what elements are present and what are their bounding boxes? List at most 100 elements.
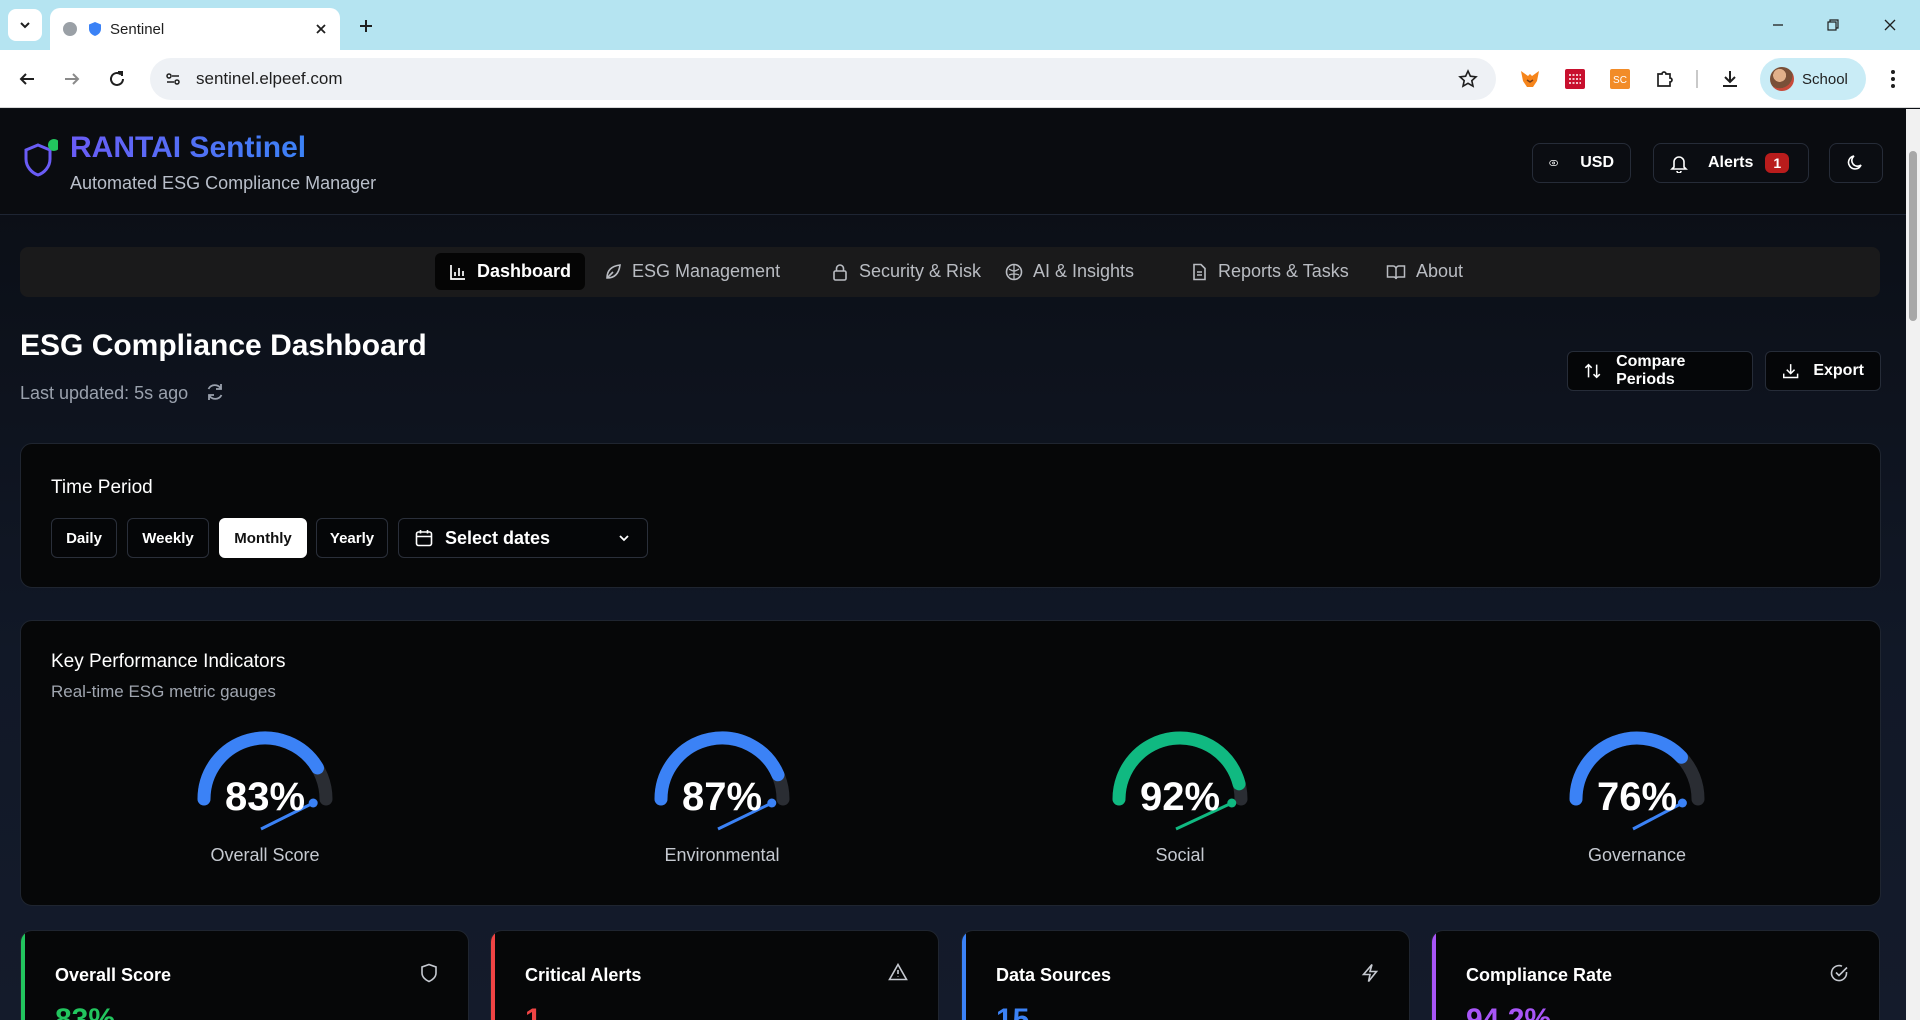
currency-label: USD — [1580, 154, 1614, 171]
arrow-up-down-icon — [1584, 363, 1601, 379]
scrollbar-thumb[interactable] — [1909, 151, 1917, 321]
gauge-value: 76% — [1596, 775, 1678, 819]
restore-icon — [1827, 19, 1839, 31]
nav-label: Dashboard — [477, 261, 572, 281]
leaf-icon — [606, 263, 621, 279]
gauge-overall-score: 83% Overall Score — [165, 729, 365, 889]
nav-label: Security & Risk — [859, 261, 982, 281]
arrow-left-icon — [19, 73, 34, 85]
gauge-label: Environmental — [664, 845, 780, 865]
alert-triangle-icon — [888, 963, 908, 981]
minimize-button[interactable] — [1758, 10, 1798, 40]
theme-toggle-button[interactable] — [1829, 143, 1883, 183]
stat-title: Overall Score — [55, 965, 172, 985]
nav-tab-reports-tasks[interactable]: Reports & Tasks — [1176, 253, 1363, 290]
gauge-label: Governance — [1587, 845, 1687, 865]
nav-label: ESG Management — [632, 261, 781, 281]
gauge-environmental: 87% Environmental — [622, 729, 822, 889]
reload-icon — [110, 71, 124, 86]
profile-button[interactable]: School — [1760, 58, 1866, 100]
forward-button[interactable] — [57, 64, 87, 94]
address-bar[interactable]: sentinel.elpeef.com — [150, 58, 1496, 100]
nav-tab-ai-insights[interactable]: AI & Insights — [991, 253, 1148, 290]
shield-logo-icon — [24, 139, 58, 177]
zap-icon — [1361, 963, 1379, 982]
brand-subtitle: Automated ESG Compliance Manager — [70, 173, 377, 193]
gauge-governance: 76% Governance — [1537, 729, 1737, 889]
new-tab-button[interactable] — [352, 12, 380, 40]
book-open-icon — [1386, 264, 1406, 279]
gauge-social: 92% Social — [1080, 729, 1280, 889]
site-settings-icon[interactable] — [164, 70, 182, 88]
bell-icon — [1670, 156, 1688, 173]
stat-title: Critical Alerts — [525, 965, 642, 985]
puzzle-extensions-icon[interactable] — [1652, 66, 1678, 92]
page-scrollbar[interactable] — [1906, 109, 1920, 1020]
stat-card-critical-alerts: Critical Alerts 1 — [490, 930, 939, 1020]
calendar-icon — [415, 530, 433, 547]
arrow-right-icon — [65, 73, 80, 85]
period-daily-button[interactable]: Daily — [51, 518, 117, 558]
nav-tab-dashboard[interactable]: Dashboard — [435, 253, 586, 290]
nav-label: About — [1416, 261, 1464, 281]
check-circle-icon — [1830, 964, 1848, 982]
alerts-button[interactable]: Alerts 1 — [1653, 143, 1809, 183]
red-extension-icon[interactable] — [1562, 66, 1588, 92]
compare-periods-label: Compare Periods — [1616, 353, 1686, 388]
currency-toggle-button[interactable]: USD — [1532, 143, 1631, 183]
sc-extension-icon[interactable]: SC — [1607, 66, 1633, 92]
date-range-picker[interactable]: Select dates — [398, 518, 648, 558]
close-icon[interactable] — [314, 22, 328, 36]
stat-value: 1 — [525, 1003, 542, 1020]
gauge-value: 87% — [681, 775, 763, 819]
reload-button[interactable] — [102, 64, 132, 94]
browser-toolbar: sentinel.elpeef.com SC School — [0, 50, 1920, 108]
compare-periods-button[interactable]: Compare Periods — [1567, 351, 1753, 391]
gauge-value: 92% — [1139, 775, 1221, 819]
stat-card-compliance-rate: Compliance Rate 94.2% — [1431, 930, 1880, 1020]
url-text: sentinel.elpeef.com — [196, 69, 343, 88]
metamask-extension-icon[interactable] — [1517, 66, 1543, 92]
time-period-title: Time Period — [51, 477, 153, 498]
avatar — [1770, 67, 1794, 91]
close-window-button[interactable] — [1870, 10, 1910, 40]
stat-title: Data Sources — [996, 965, 1112, 985]
star-icon[interactable] — [1458, 69, 1478, 89]
kpi-subtitle: Real-time ESG metric gauges — [51, 682, 276, 701]
alerts-label: Alerts — [1708, 154, 1754, 171]
shield-icon — [421, 963, 437, 983]
brand-title: RANTAI Sentinel — [70, 131, 307, 164]
browser-tab-strip: Sentinel — [0, 0, 1920, 50]
toolbar-divider — [1696, 70, 1698, 88]
nav-label: AI & Insights — [1033, 261, 1135, 281]
close-icon — [1884, 19, 1896, 31]
tab-title: Sentinel — [110, 20, 165, 38]
refresh-icon[interactable] — [204, 381, 226, 403]
download-icon — [1782, 364, 1799, 379]
kebab-menu-icon[interactable] — [1880, 66, 1906, 92]
period-weekly-button[interactable]: Weekly — [127, 518, 209, 558]
stat-card-data-sources: Data Sources 15 — [961, 930, 1410, 1020]
brain-icon — [1005, 263, 1023, 280]
downloads-icon[interactable] — [1717, 66, 1743, 92]
tab-search-button[interactable] — [8, 9, 42, 41]
chevron-down-icon — [20, 22, 30, 29]
stat-card-overall-score: Overall Score 83% — [20, 930, 469, 1020]
lock-icon — [833, 263, 847, 281]
date-range-label: Select dates — [445, 527, 551, 548]
period-monthly-button[interactable]: Monthly — [219, 518, 307, 558]
export-button[interactable]: Export — [1765, 351, 1881, 391]
nav-tab-esg-management[interactable]: ESG Management — [590, 253, 794, 290]
stat-title: Compliance Rate — [1466, 965, 1613, 985]
stat-value: 15 — [996, 1003, 1030, 1020]
nav-tab-about[interactable]: About — [1372, 253, 1477, 290]
browser-tab[interactable]: Sentinel — [50, 8, 340, 50]
nav-label: Reports & Tasks — [1218, 261, 1349, 281]
restore-button[interactable] — [1813, 10, 1853, 40]
kpi-title: Key Performance Indicators — [51, 651, 286, 672]
alerts-count-badge: 1 — [1765, 153, 1790, 173]
nav-tab-security-risk[interactable]: Security & Risk — [817, 253, 995, 290]
gauge-label: Social — [1155, 845, 1205, 865]
period-yearly-button[interactable]: Yearly — [316, 518, 388, 558]
back-button[interactable] — [12, 64, 42, 94]
